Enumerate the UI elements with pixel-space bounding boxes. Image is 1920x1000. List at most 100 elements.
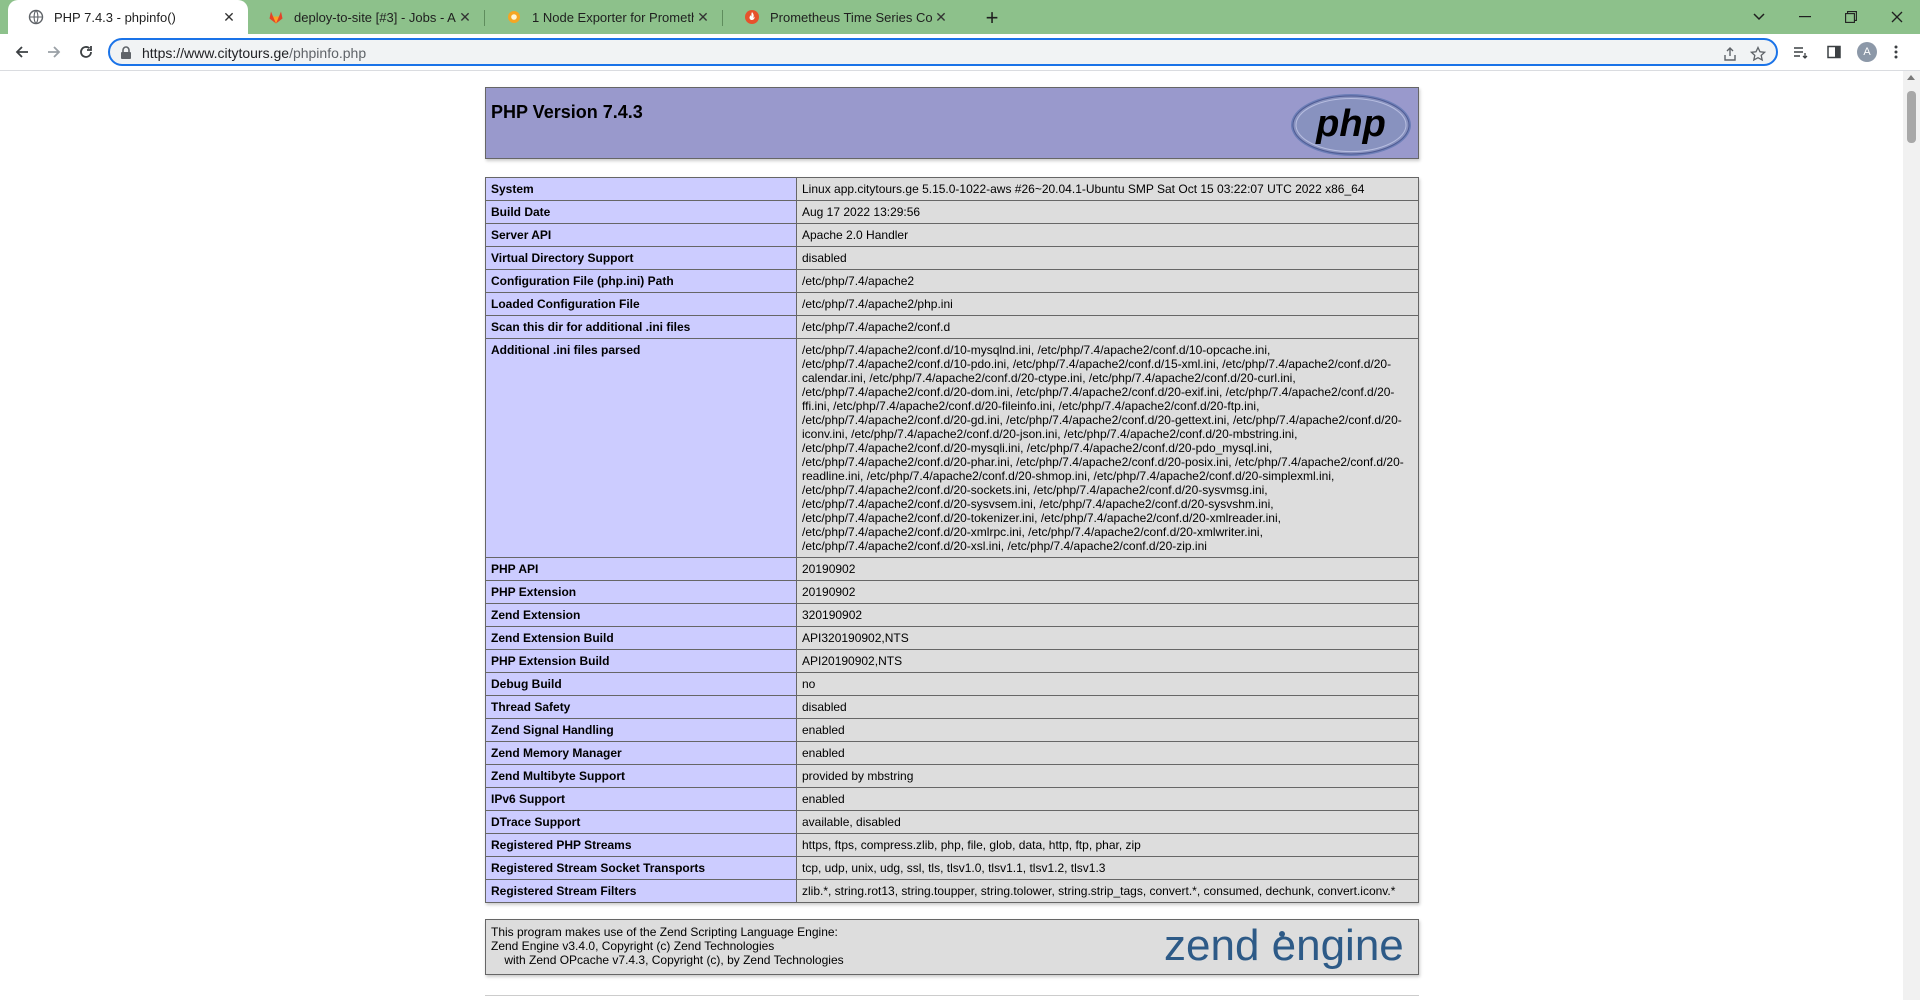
config-value: https, ftps, compress.zlib, php, file, g… xyxy=(796,833,1419,857)
config-value: 20190902 xyxy=(796,557,1419,581)
minimize-icon xyxy=(1799,16,1811,18)
reload-button[interactable] xyxy=(72,38,100,66)
config-row: System Linux app.citytours.ge 5.15.0-1022… xyxy=(485,177,1419,201)
scroll-up-arrow-icon[interactable] xyxy=(1907,75,1915,80)
reading-list-button[interactable] xyxy=(1786,38,1814,66)
config-label: Configuration File (php.ini) Path xyxy=(485,269,797,293)
config-label: PHP Extension Build xyxy=(485,649,797,673)
gitlab-icon xyxy=(268,9,284,25)
config-row: Registered PHP Streams https, ftps, compr… xyxy=(485,833,1419,857)
config-value: Apache 2.0 Handler xyxy=(796,223,1419,247)
config-value: 20190902 xyxy=(796,580,1419,604)
config-value: no xyxy=(796,672,1419,696)
side-panel-button[interactable] xyxy=(1820,38,1848,66)
config-row: Zend Memory Manager enabled xyxy=(485,741,1419,765)
configuration-table: System Linux app.citytours.ge 5.15.0-1022… xyxy=(485,177,1419,903)
lock-icon[interactable] xyxy=(120,46,132,65)
browser-toolbar: https://www.citytours.ge/phpinfo.php xyxy=(0,34,1920,71)
new-tab-button[interactable]: + xyxy=(978,4,1006,32)
page-viewport: PHP Version 7.4.3 php System Linux app.ci… xyxy=(0,71,1903,1000)
config-label: PHP API xyxy=(485,557,797,581)
config-value: available, disabled xyxy=(796,810,1419,834)
config-row: Thread Safety disabled xyxy=(485,695,1419,719)
config-value: /etc/php/7.4/apache2 xyxy=(796,269,1419,293)
scrollbar-thumb[interactable] xyxy=(1907,91,1916,143)
grafana-icon xyxy=(506,9,522,25)
close-tab-icon[interactable]: ✕ xyxy=(694,8,712,26)
chevron-down-icon xyxy=(1753,13,1765,21)
url-path: /phpinfo.php xyxy=(289,45,367,61)
zend-engine-logo: zend engine xyxy=(1164,921,1414,975)
config-value: enabled xyxy=(796,787,1419,811)
config-row: PHP Extension Build API20190902,NTS xyxy=(485,649,1419,673)
config-value: /etc/php/7.4/apache2/conf.d/10-mysqlnd.i… xyxy=(796,338,1419,558)
tab-divider xyxy=(722,10,723,26)
share-icon xyxy=(1724,47,1736,61)
zend-logo-text: zend engine xyxy=(1164,922,1404,970)
config-label: Registered PHP Streams xyxy=(485,833,797,857)
config-row: DTrace Support available, disabled xyxy=(485,810,1419,834)
minimize-button[interactable] xyxy=(1782,0,1828,34)
tab-title: Prometheus Time Series Collection xyxy=(770,9,932,25)
tab-phpinfo[interactable]: PHP 7.4.3 - phpinfo() ✕ xyxy=(8,0,248,34)
config-label: Zend Signal Handling xyxy=(485,718,797,742)
close-window-button[interactable] xyxy=(1874,0,1920,34)
config-row: IPv6 Support enabled xyxy=(485,787,1419,811)
share-button[interactable] xyxy=(1720,44,1740,64)
tab-gitlab-jobs[interactable]: deploy-to-site [#3] - Jobs - Admin ✕ xyxy=(248,0,484,34)
config-row: Virtual Directory Support disabled xyxy=(485,246,1419,270)
menu-button[interactable] xyxy=(1882,38,1910,66)
config-label: PHP Extension xyxy=(485,580,797,604)
tab-title: deploy-to-site [#3] - Jobs - Admin xyxy=(294,9,456,25)
config-label: Virtual Directory Support xyxy=(485,246,797,270)
zend-credit-line: with Zend OPcache v7.4.3, Copyright (c),… xyxy=(491,953,844,967)
config-value: enabled xyxy=(796,718,1419,742)
config-row: Additional .ini files parsed/etc/php/7.4… xyxy=(485,338,1419,558)
close-tab-icon[interactable]: ✕ xyxy=(220,8,238,26)
star-icon xyxy=(1750,46,1766,62)
config-row: Zend Signal Handling enabled xyxy=(485,718,1419,742)
back-button[interactable] xyxy=(8,38,36,66)
reload-icon xyxy=(80,46,92,58)
config-value: provided by mbstring xyxy=(796,764,1419,788)
tab-title: PHP 7.4.3 - phpinfo() xyxy=(54,9,176,25)
config-label: Build Date xyxy=(485,200,797,224)
url-text[interactable]: https://www.citytours.ge/phpinfo.php xyxy=(142,45,366,61)
kebab-menu-icon xyxy=(1894,45,1898,59)
php-logo: php xyxy=(1290,93,1412,162)
tab-search-button[interactable] xyxy=(1736,0,1782,34)
config-row: Zend Extension 320190902 xyxy=(485,603,1419,627)
back-arrow-icon xyxy=(15,46,28,58)
config-row: Registered Stream Socket Transports tcp, … xyxy=(485,856,1419,880)
config-value: disabled xyxy=(796,695,1419,719)
config-value: Linux app.citytours.ge 5.15.0-1022-aws #… xyxy=(796,177,1419,201)
profile-avatar[interactable]: A xyxy=(1857,42,1877,62)
config-value: disabled xyxy=(796,246,1419,270)
forward-button[interactable] xyxy=(40,38,68,66)
tab-node-exporter[interactable]: 1 Node Exporter for Prometheus ✕ xyxy=(486,0,722,34)
config-row: Configuration File (php.ini) Path/etc/ph… xyxy=(485,269,1419,293)
bookmark-button[interactable] xyxy=(1748,44,1768,64)
prometheus-icon xyxy=(744,9,760,25)
config-label: Server API xyxy=(485,223,797,247)
config-value: tcp, udp, unix, udg, ssl, tls, tlsv1.0, … xyxy=(796,856,1419,880)
zend-credits-box: This program makes use of the Zend Scrip… xyxy=(485,919,1419,975)
config-value: /etc/php/7.4/apache2/php.ini xyxy=(796,292,1419,316)
config-row: PHP API 20190902 xyxy=(485,557,1419,581)
config-row: Zend Extension Build API320190902,NTS xyxy=(485,626,1419,650)
restore-button[interactable] xyxy=(1828,0,1874,34)
vertical-scrollbar[interactable] xyxy=(1903,71,1920,1000)
config-row: Debug Build no xyxy=(485,672,1419,696)
config-row: PHP Extension 20190902 xyxy=(485,580,1419,604)
side-panel-icon xyxy=(1827,45,1841,59)
config-label: Registered Stream Filters xyxy=(485,879,797,903)
config-label: Zend Multibyte Support xyxy=(485,764,797,788)
address-bar[interactable]: https://www.citytours.ge/phpinfo.php xyxy=(108,38,1778,66)
config-value: /etc/php/7.4/apache2/conf.d xyxy=(796,315,1419,339)
close-tab-icon[interactable]: ✕ xyxy=(932,8,950,26)
tab-prometheus[interactable]: Prometheus Time Series Collection ✕ xyxy=(724,0,960,34)
config-value: Aug 17 2022 13:29:56 xyxy=(796,200,1419,224)
close-tab-icon[interactable]: ✕ xyxy=(456,8,474,26)
config-label: Zend Extension Build xyxy=(485,626,797,650)
config-row: Zend Multibyte Support provided by mbstri… xyxy=(485,764,1419,788)
